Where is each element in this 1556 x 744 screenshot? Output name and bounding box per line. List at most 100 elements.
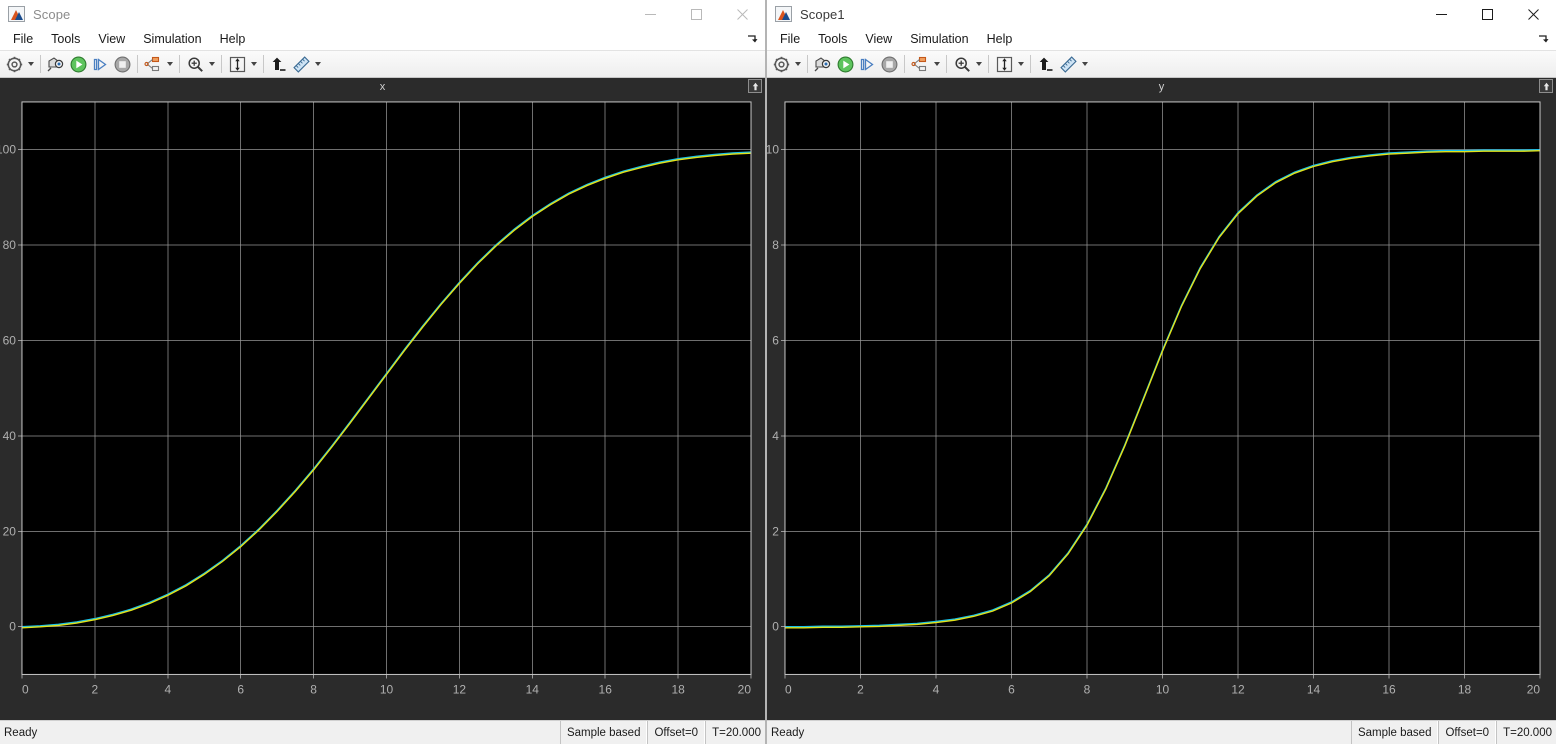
menu-tools[interactable]: Tools [809,30,856,48]
stop-icon[interactable] [111,53,133,75]
svg-text:2: 2 [92,682,99,696]
menu-view[interactable]: View [856,30,901,48]
svg-text:18: 18 [671,682,685,696]
svg-text:2: 2 [857,682,864,696]
signal-selector-icon[interactable] [909,53,931,75]
step-forward-icon[interactable] [89,53,111,75]
status-time: T=20.000 [705,721,765,744]
titlebar-scope[interactable]: Scope [0,0,765,28]
toolbar-scope[interactable] [0,51,765,78]
undock-icon[interactable] [748,79,762,93]
matlab-scope-icon [8,6,25,22]
status-message: Ready [4,726,38,739]
menu-view[interactable]: View [89,30,134,48]
measurements-dropdown-arrow-icon[interactable] [1079,53,1090,75]
matlab-scope-icon [775,6,792,22]
window-title: Scope1 [800,6,845,22]
menu-overflow-arrow-icon[interactable] [1536,32,1550,46]
maximize-icon[interactable] [673,0,719,28]
titlebar-scope1[interactable]: Scope1 [767,0,1556,28]
menu-file[interactable]: File [771,30,809,48]
menu-tools[interactable]: Tools [42,30,89,48]
toolbar-separator [40,55,41,73]
toolbar-separator [807,55,808,73]
svg-text:18: 18 [1458,682,1472,696]
svg-text:14: 14 [1307,682,1321,696]
step-forward-icon[interactable] [856,53,878,75]
svg-text:40: 40 [3,429,17,443]
axes-area: 0 20 40 60 80 100 0 2 4 6 8 10 12 14 16 18 20 [0,96,765,720]
autoscale-icon[interactable] [226,53,248,75]
ruler-icon[interactable] [290,53,312,75]
menubar-scope1[interactable]: File Tools View Simulation Help [767,28,1556,51]
gear-icon[interactable] [3,53,25,75]
minimize-icon[interactable] [1418,0,1464,28]
zoom-in-icon[interactable] [951,53,973,75]
style-icon[interactable] [1035,53,1057,75]
svg-text:20: 20 [3,524,17,538]
svg-text:6: 6 [772,333,779,347]
axes-area: 0 2 4 6 8 10 0 2 4 6 8 10 12 14 16 18 20 [767,96,1556,720]
play-icon[interactable] [67,53,89,75]
ruler-icon[interactable] [1057,53,1079,75]
menu-overflow-arrow-icon[interactable] [745,32,759,46]
autoscale-icon[interactable] [993,53,1015,75]
gear-dropdown-arrow-icon[interactable] [25,53,36,75]
menu-help[interactable]: Help [978,30,1022,48]
toolbar-scope1[interactable] [767,51,1556,78]
svg-text:20: 20 [738,682,752,696]
svg-text:10: 10 [1156,682,1170,696]
window-scope1[interactable]: Scope1 File Tools View Simulation Help y… [766,0,1556,744]
menu-simulation[interactable]: Simulation [901,30,977,48]
toolbar-separator [221,55,222,73]
stop-icon[interactable] [878,53,900,75]
chart-svg-y: 0 2 4 6 8 10 0 2 4 6 8 10 12 14 16 18 20 [767,101,1541,696]
undock-icon[interactable] [1539,79,1553,93]
signal-selector-icon[interactable] [142,53,164,75]
model-view-icon[interactable] [45,53,67,75]
desktop: Scope File Tools View Simulation Help x … [0,0,1556,744]
svg-text:10: 10 [767,143,779,157]
plot-title: x [379,81,386,93]
style-icon[interactable] [268,53,290,75]
zoom-in-icon[interactable] [184,53,206,75]
menu-simulation[interactable]: Simulation [134,30,210,48]
close-icon[interactable] [719,0,765,28]
toolbar-separator [904,55,905,73]
svg-text:8: 8 [772,238,779,252]
gear-icon[interactable] [770,53,792,75]
menubar-scope[interactable]: File Tools View Simulation Help [0,28,765,51]
svg-text:100: 100 [0,143,16,157]
window-controls [627,0,765,28]
svg-text:0: 0 [772,620,779,634]
measurements-dropdown-arrow-icon[interactable] [312,53,323,75]
svg-text:2: 2 [772,524,779,538]
status-frame-type: Sample based [559,721,648,744]
menu-help[interactable]: Help [211,30,255,48]
zoom-dropdown-arrow-icon[interactable] [206,53,217,75]
signal-selector-dropdown-arrow-icon[interactable] [164,53,175,75]
plot-panel-y[interactable]: y 0 2 4 6 8 10 0 2 4 6 8 10 12 14 16 18 20 [767,78,1556,720]
model-view-icon[interactable] [812,53,834,75]
window-scope[interactable]: Scope File Tools View Simulation Help x … [0,0,766,744]
toolbar-separator [137,55,138,73]
play-icon[interactable] [834,53,856,75]
zoom-dropdown-arrow-icon[interactable] [973,53,984,75]
svg-text:16: 16 [1382,682,1396,696]
statusbar-scope: Ready Sample based Offset=0 T=20.000 [0,720,765,744]
gear-dropdown-arrow-icon[interactable] [792,53,803,75]
svg-text:12: 12 [1231,682,1245,696]
svg-text:8: 8 [310,682,317,696]
svg-text:10: 10 [380,682,394,696]
signal-selector-dropdown-arrow-icon[interactable] [931,53,942,75]
toolbar-separator [946,55,947,73]
plot-panel-x[interactable]: x 0 20 40 60 80 100 0 2 4 6 8 10 12 14 16 18 20 [0,78,765,720]
maximize-icon[interactable] [1464,0,1510,28]
plot-title: y [1158,81,1165,93]
menu-file[interactable]: File [4,30,42,48]
svg-text:4: 4 [933,682,940,696]
autoscale-dropdown-arrow-icon[interactable] [248,53,259,75]
minimize-icon[interactable] [627,0,673,28]
close-icon[interactable] [1510,0,1556,28]
autoscale-dropdown-arrow-icon[interactable] [1015,53,1026,75]
